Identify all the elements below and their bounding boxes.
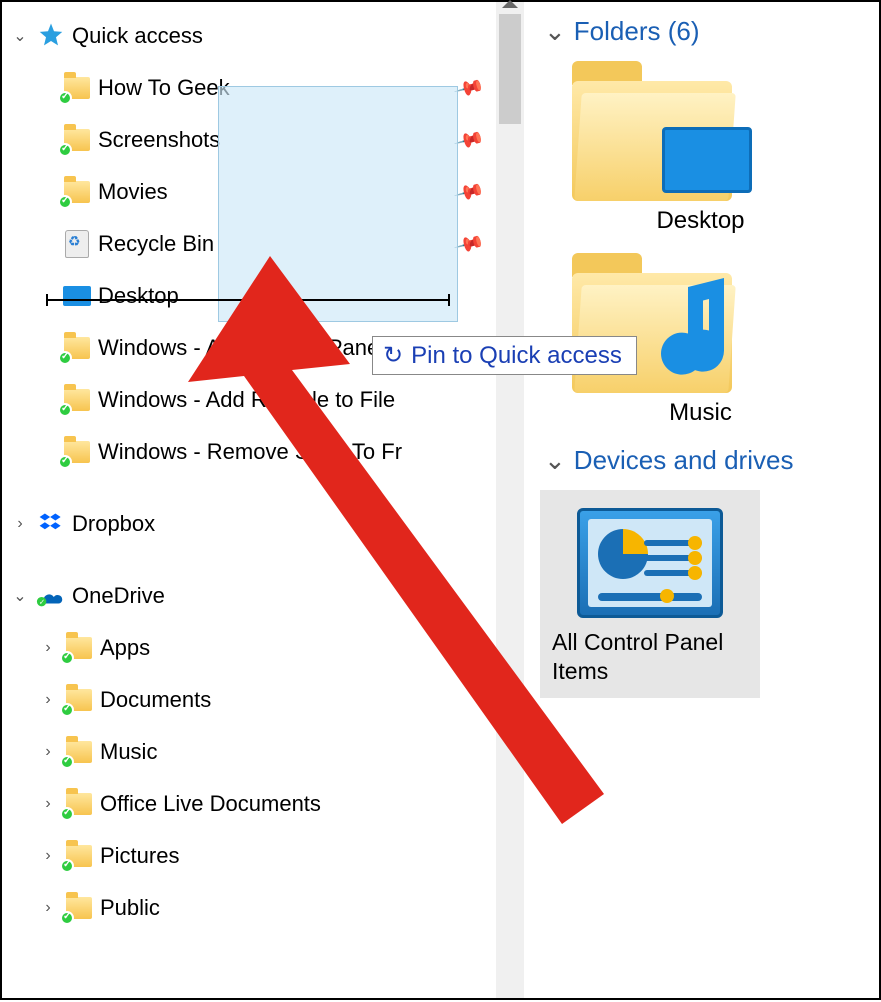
- nav-label: Pictures: [100, 843, 179, 869]
- drop-insert-indicator: [46, 299, 450, 301]
- nav-quick-access[interactable]: ⌄ Quick access: [4, 10, 492, 62]
- folder-icon: [64, 633, 94, 663]
- nav-item-documents[interactable]: › Documents: [4, 674, 492, 726]
- drag-ghost: [218, 86, 458, 322]
- recycle-bin-icon: [62, 229, 92, 259]
- folder-tile-desktop[interactable]: Desktop: [538, 61, 881, 235]
- onedrive-icon: ✓: [36, 581, 66, 611]
- nav-label: Music: [100, 739, 157, 765]
- scroll-up-icon[interactable]: [502, 0, 518, 8]
- chevron-down-icon: ⌄: [544, 445, 566, 476]
- nav-label: Documents: [100, 687, 211, 713]
- chevron-right-icon[interactable]: ›: [38, 899, 58, 917]
- svg-text:✓: ✓: [39, 597, 45, 606]
- folder-label: Desktop: [532, 207, 881, 235]
- folder-icon: [64, 893, 94, 923]
- folder-icon: [64, 841, 94, 871]
- control-panel-icon: [577, 508, 723, 618]
- chevron-down-icon[interactable]: ⌄: [10, 26, 30, 46]
- chevron-right-icon[interactable]: ›: [38, 639, 58, 657]
- section-label: Folders (6): [574, 16, 700, 47]
- quick-access-star-icon: [36, 21, 66, 51]
- folder-icon: [64, 737, 94, 767]
- drag-tooltip: ↻ Pin to Quick access: [372, 336, 637, 375]
- nav-item-music[interactable]: › Music: [4, 726, 492, 778]
- music-note-icon: [658, 269, 754, 395]
- folder-icon: [62, 437, 92, 467]
- nav-label: Recycle Bin: [98, 231, 214, 257]
- refresh-icon: ↻: [383, 341, 403, 370]
- folder-label: Music: [532, 399, 881, 427]
- chevron-right-icon[interactable]: ›: [38, 691, 58, 709]
- nav-label: Windows - Add Recycle to File: [98, 387, 395, 413]
- device-label: All Control Panel Items: [552, 628, 748, 686]
- chevron-right-icon[interactable]: ›: [38, 743, 58, 761]
- monitor-overlay-icon: [662, 127, 752, 193]
- chevron-right-icon[interactable]: ›: [38, 795, 58, 813]
- chevron-down-icon: ⌄: [544, 16, 566, 47]
- content-pane: ⌄ Folders (6) Desktop Music: [532, 2, 881, 998]
- nav-item-win-recycle[interactable]: Windows - Add Recycle to File: [4, 374, 492, 426]
- nav-dropbox[interactable]: › Dropbox: [4, 498, 492, 550]
- folder-icon: [64, 685, 94, 715]
- dropbox-icon: [36, 509, 66, 539]
- nav-label: Desktop: [98, 283, 179, 309]
- chevron-right-icon[interactable]: ›: [38, 847, 58, 865]
- nav-item-apps[interactable]: › Apps: [4, 622, 492, 674]
- devices-section-header[interactable]: ⌄ Devices and drives: [544, 445, 881, 476]
- nav-item-public[interactable]: › Public: [4, 882, 492, 934]
- folders-section-header[interactable]: ⌄ Folders (6): [544, 16, 881, 47]
- nav-item-office-live[interactable]: › Office Live Documents: [4, 778, 492, 830]
- device-tile-control-panel[interactable]: All Control Panel Items: [540, 490, 760, 698]
- folder-icon: [62, 125, 92, 155]
- folder-icon: [62, 177, 92, 207]
- nav-label: Dropbox: [72, 511, 155, 537]
- nav-label: Public: [100, 895, 160, 921]
- folder-icon: [62, 333, 92, 363]
- chevron-down-icon[interactable]: ⌄: [10, 586, 30, 606]
- folder-icon: [62, 73, 92, 103]
- nav-label: OneDrive: [72, 583, 165, 609]
- scroll-thumb[interactable]: [499, 14, 521, 124]
- nav-onedrive[interactable]: ⌄ ✓ OneDrive: [4, 570, 492, 622]
- nav-label: Movies: [98, 179, 168, 205]
- folder-icon: [62, 385, 92, 415]
- tooltip-text: Pin to Quick access: [411, 342, 622, 370]
- nav-label: How To Geek: [98, 75, 230, 101]
- chevron-right-icon[interactable]: ›: [10, 515, 30, 533]
- folder-icon: [64, 789, 94, 819]
- nav-label: Windows - Remove Send To Fr: [98, 439, 402, 465]
- nav-item-win-sendto[interactable]: Windows - Remove Send To Fr: [4, 426, 492, 478]
- nav-label: Office Live Documents: [100, 791, 321, 817]
- nav-label: Quick access: [72, 23, 203, 49]
- nav-label: Windows - Add Control Panel: [98, 335, 384, 361]
- nav-label: Apps: [100, 635, 150, 661]
- section-label: Devices and drives: [574, 445, 794, 476]
- nav-label: Screenshots: [98, 127, 220, 153]
- nav-item-pictures[interactable]: › Pictures: [4, 830, 492, 882]
- desktop-icon: [62, 281, 92, 311]
- nav-scrollbar[interactable]: [496, 2, 524, 998]
